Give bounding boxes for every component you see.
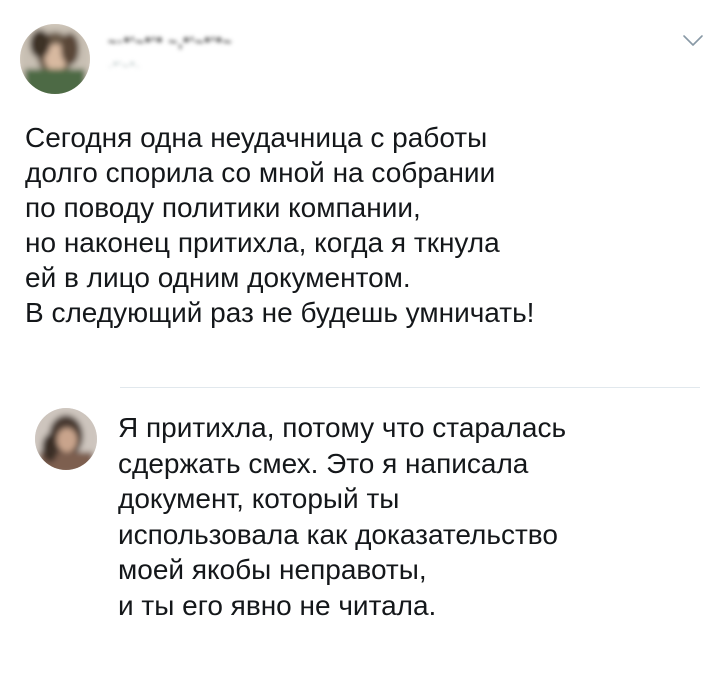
tweet-header: ~·*'~*'* ~,*'~*'*~ ·*'~*· [20, 20, 708, 100]
author-name[interactable]: ~·*'~*'* ~,*'~*'*~ [108, 34, 232, 51]
reply-avatar[interactable] [35, 408, 97, 470]
avatar-photo [20, 24, 90, 94]
reply-tweet: Я притихла, потому что старалась сдержат… [0, 400, 728, 680]
divider [120, 387, 700, 388]
author-info: ~·*'~*'* ~,*'~*'*~ ·*'~*· [108, 34, 232, 73]
avatar-photo [35, 408, 97, 470]
author-handle[interactable]: ·*'~*· [108, 59, 232, 73]
chevron-down-icon[interactable] [682, 34, 704, 48]
author-avatar[interactable] [20, 24, 90, 94]
reply-text: Я притихла, потому что старалась сдержат… [118, 412, 567, 621]
tweet-text: Сегодня одна неудачница с работы долго с… [25, 122, 535, 328]
